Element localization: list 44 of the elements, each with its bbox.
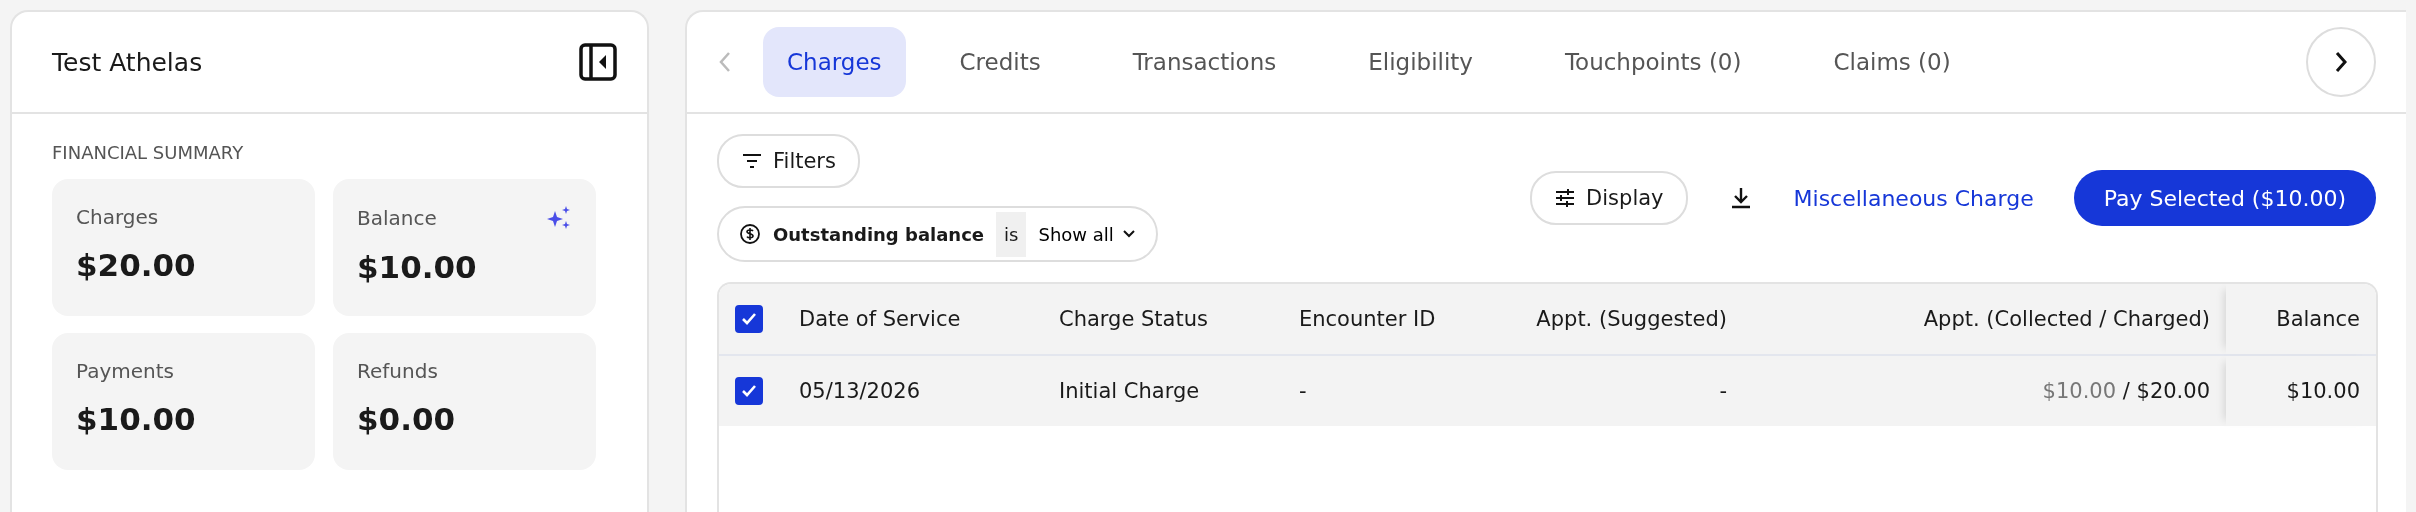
card-label: Refunds	[357, 359, 438, 383]
card-value: $10.00	[357, 249, 478, 285]
filter-operator: is	[996, 211, 1027, 257]
tab[interactable]: Claims (0)	[1809, 27, 1975, 97]
table-cell-text: $10.00 / $20.00	[2041, 379, 2211, 403]
tab[interactable]: Touchpoints (0)	[1540, 27, 1766, 97]
filters-button[interactable]: Filters	[717, 134, 860, 188]
filter-field: Outstanding balance	[773, 223, 985, 245]
column-header: Date of Service	[798, 307, 962, 331]
table-cell-text: -	[1298, 379, 1308, 403]
card-value: $20.00	[76, 247, 197, 283]
filter-value-dropdown[interactable]: Show all	[1038, 223, 1136, 245]
checkbox[interactable]	[735, 305, 763, 333]
filter-chip[interactable]: Outstanding balance is Show all	[717, 206, 1158, 262]
tab[interactable]: Eligibility	[1344, 27, 1497, 97]
table-cell-text: Initial Charge	[1058, 379, 1201, 403]
column-header: Charge Status	[1058, 307, 1209, 331]
card-label: Charges	[76, 205, 159, 229]
filter-icon	[741, 153, 763, 169]
collapse-panel-icon[interactable]	[579, 43, 617, 81]
table-cell-text: -	[1718, 379, 1728, 403]
card-value: $0.00	[357, 401, 457, 437]
column-header: Balance	[2226, 284, 2376, 354]
tab[interactable]: Credits	[935, 27, 1065, 97]
column-header: Encounter ID	[1298, 307, 1437, 331]
table-cell: $10.00	[2226, 356, 2376, 426]
pay-selected-button[interactable]: Pay Selected ($10.00)	[2073, 170, 2376, 226]
section-heading: FINANCIAL SUMMARY	[52, 142, 245, 163]
column-header: Appt. (Suggested)	[1535, 307, 1728, 331]
chevron-down-icon	[1121, 229, 1136, 239]
table-cell-text: 05/13/2026	[798, 379, 922, 403]
display-button[interactable]: Display	[1530, 171, 1688, 225]
miscellaneous-charge-link[interactable]: Miscellaneous Charge	[1793, 185, 2034, 211]
tab[interactable]: Charges	[763, 27, 906, 97]
dollar-circle-icon	[739, 223, 761, 245]
card-value: $10.00	[76, 401, 197, 437]
tab[interactable]: Transactions	[1108, 27, 1301, 97]
chevron-right-icon	[2333, 50, 2349, 74]
card-label: Balance	[357, 206, 437, 230]
checkbox[interactable]	[735, 377, 763, 405]
patient-name: Test Athelas	[52, 47, 203, 77]
column-header: Appt. (Collected / Charged)	[1922, 307, 2211, 331]
card-label: Payments	[76, 359, 174, 383]
sliders-icon	[1554, 188, 1577, 208]
